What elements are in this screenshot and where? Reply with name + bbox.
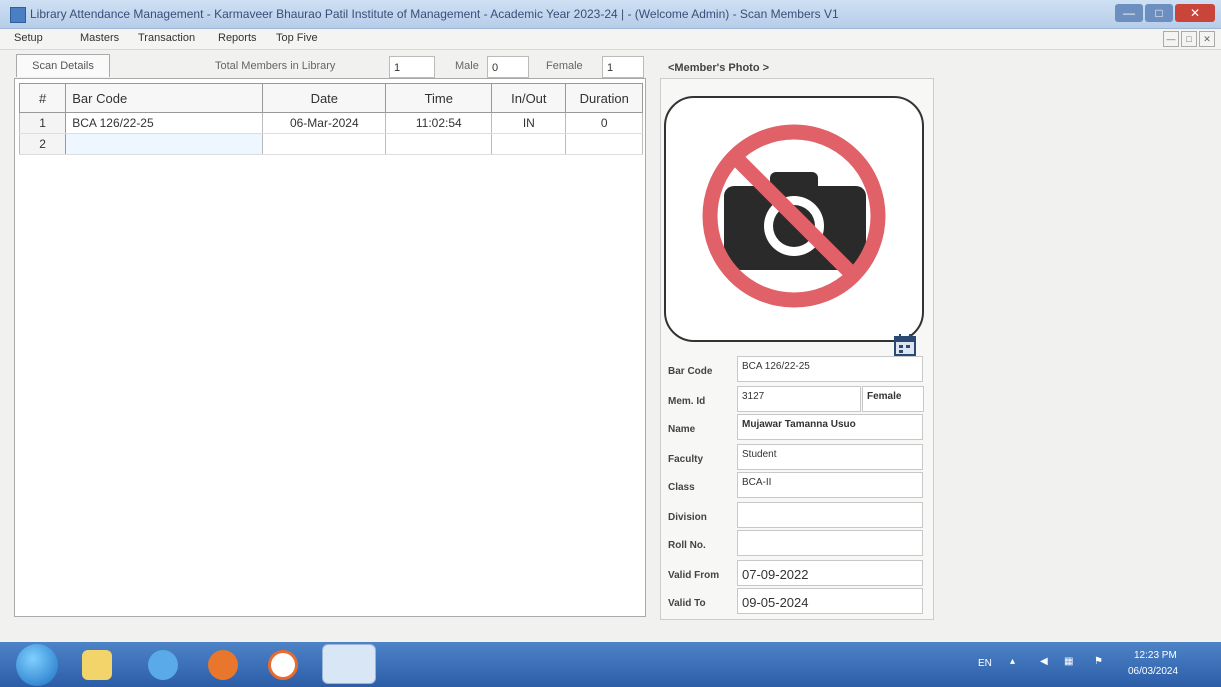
clock-time[interactable]: 12:23 PM [1134,650,1177,661]
window-controls: — □ ✕ [1115,4,1215,22]
cell-inout[interactable]: IN [491,112,567,134]
total-members-value: 1 [389,56,435,78]
volume-icon[interactable]: ◀ [1040,656,1048,667]
flag-icon[interactable]: ⚑ [1094,656,1103,667]
cell-duration[interactable]: 0 [565,112,643,134]
col-header-inout[interactable]: In/Out [491,83,567,113]
row-number: 2 [18,133,67,155]
barcode-label: Bar Code [668,366,713,377]
table-row[interactable]: 1 BCA 126/22-25 06-Mar-2024 11:02:54 IN … [18,112,643,134]
scan-table: # Bar Code Date Time In/Out Duration 1 B… [18,83,643,155]
cell-time[interactable]: 11:02:54 [385,112,493,134]
roll-no-field[interactable] [737,530,923,556]
female-label: Female [546,60,583,72]
no-camera-icon [702,124,886,308]
firefox-icon[interactable] [208,650,238,680]
tray-arrow-icon[interactable]: ▴ [1010,656,1015,667]
cell-date[interactable] [262,133,387,155]
library-app-taskbar-icon[interactable] [322,644,376,684]
calendar-icon[interactable] [892,332,918,358]
cell-barcode-input[interactable] [65,133,264,155]
col-header-date[interactable]: Date [262,83,387,113]
gender-field[interactable]: Female [862,386,924,412]
mdi-minimize-button[interactable]: — [1163,31,1179,47]
ie-icon[interactable] [148,650,178,680]
valid-from-field[interactable]: 07-09-2022 [737,560,923,586]
title-bar: Library Attendance Management - Karmavee… [0,0,1221,29]
cell-barcode[interactable]: BCA 126/22-25 [65,112,264,134]
name-field[interactable]: Mujawar Tamanna Usuo [737,414,923,440]
cell-inout[interactable] [491,133,567,155]
faculty-field[interactable]: Student [737,444,923,470]
menu-reports[interactable]: Reports [218,32,257,44]
barcode-field[interactable]: BCA 126/22-25 [737,356,923,382]
mdi-close-button[interactable]: ✕ [1199,31,1215,47]
table-row[interactable]: 2 [18,133,643,155]
valid-to-field[interactable]: 09-05-2024 [737,588,923,614]
menu-top-five[interactable]: Top Five [276,32,318,44]
menu-transaction[interactable]: Transaction [138,32,195,44]
tab-scan-details[interactable]: Scan Details [16,54,110,77]
col-header-time[interactable]: Time [385,83,493,113]
mdi-controls: — □ ✕ [1163,31,1215,47]
network-icon[interactable]: ▦ [1064,656,1073,667]
male-label: Male [455,60,479,72]
window-title: Library Attendance Management - Karmavee… [30,7,839,21]
cell-duration[interactable] [565,133,643,155]
start-button[interactable] [16,644,58,686]
roll-no-label: Roll No. [668,540,706,551]
class-label: Class [668,482,695,493]
col-header-duration[interactable]: Duration [565,83,643,113]
minimize-button[interactable]: — [1115,4,1143,22]
col-header-barcode[interactable]: Bar Code [65,83,264,113]
maximize-button[interactable]: □ [1145,4,1173,22]
class-field[interactable]: BCA-II [737,472,923,498]
name-label: Name [668,424,696,435]
taskbar: EN ▴ ◀ ▦ ⚑ 12:23 PM 06/03/2024 [0,642,1221,687]
member-photo [664,96,924,342]
total-members-label: Total Members in Library [215,60,336,72]
mem-id-field[interactable]: 3127 [737,386,861,412]
menu-masters[interactable]: Masters [80,32,119,44]
male-value: 0 [487,56,529,78]
table-header-row: # Bar Code Date Time In/Out Duration [18,83,643,113]
cell-date[interactable]: 06-Mar-2024 [262,112,387,134]
valid-from-label: Valid From [668,570,720,581]
app-icon [10,7,26,23]
col-header-num[interactable]: # [18,83,67,113]
close-button[interactable]: ✕ [1175,4,1215,22]
member-photo-heading: <Member's Photo > [668,62,770,74]
menu-setup[interactable]: Setup [14,32,43,44]
scan-details-panel: # Bar Code Date Time In/Out Duration 1 B… [14,78,646,617]
female-value: 1 [602,56,644,78]
mem-id-label: Mem. Id [668,396,706,407]
division-field[interactable] [737,502,923,528]
clock-date[interactable]: 06/03/2024 [1128,666,1178,677]
division-label: Division [668,512,707,523]
media-player-icon[interactable] [268,650,298,680]
tray-language[interactable]: EN [978,658,992,669]
menu-bar: Setup Masters Transaction Reports Top Fi… [0,29,1221,50]
faculty-label: Faculty [668,454,704,465]
cell-time[interactable] [385,133,493,155]
explorer-icon[interactable] [82,650,112,680]
valid-to-label: Valid To [668,598,706,609]
mdi-restore-button[interactable]: □ [1181,31,1197,47]
row-number: 1 [18,112,67,134]
